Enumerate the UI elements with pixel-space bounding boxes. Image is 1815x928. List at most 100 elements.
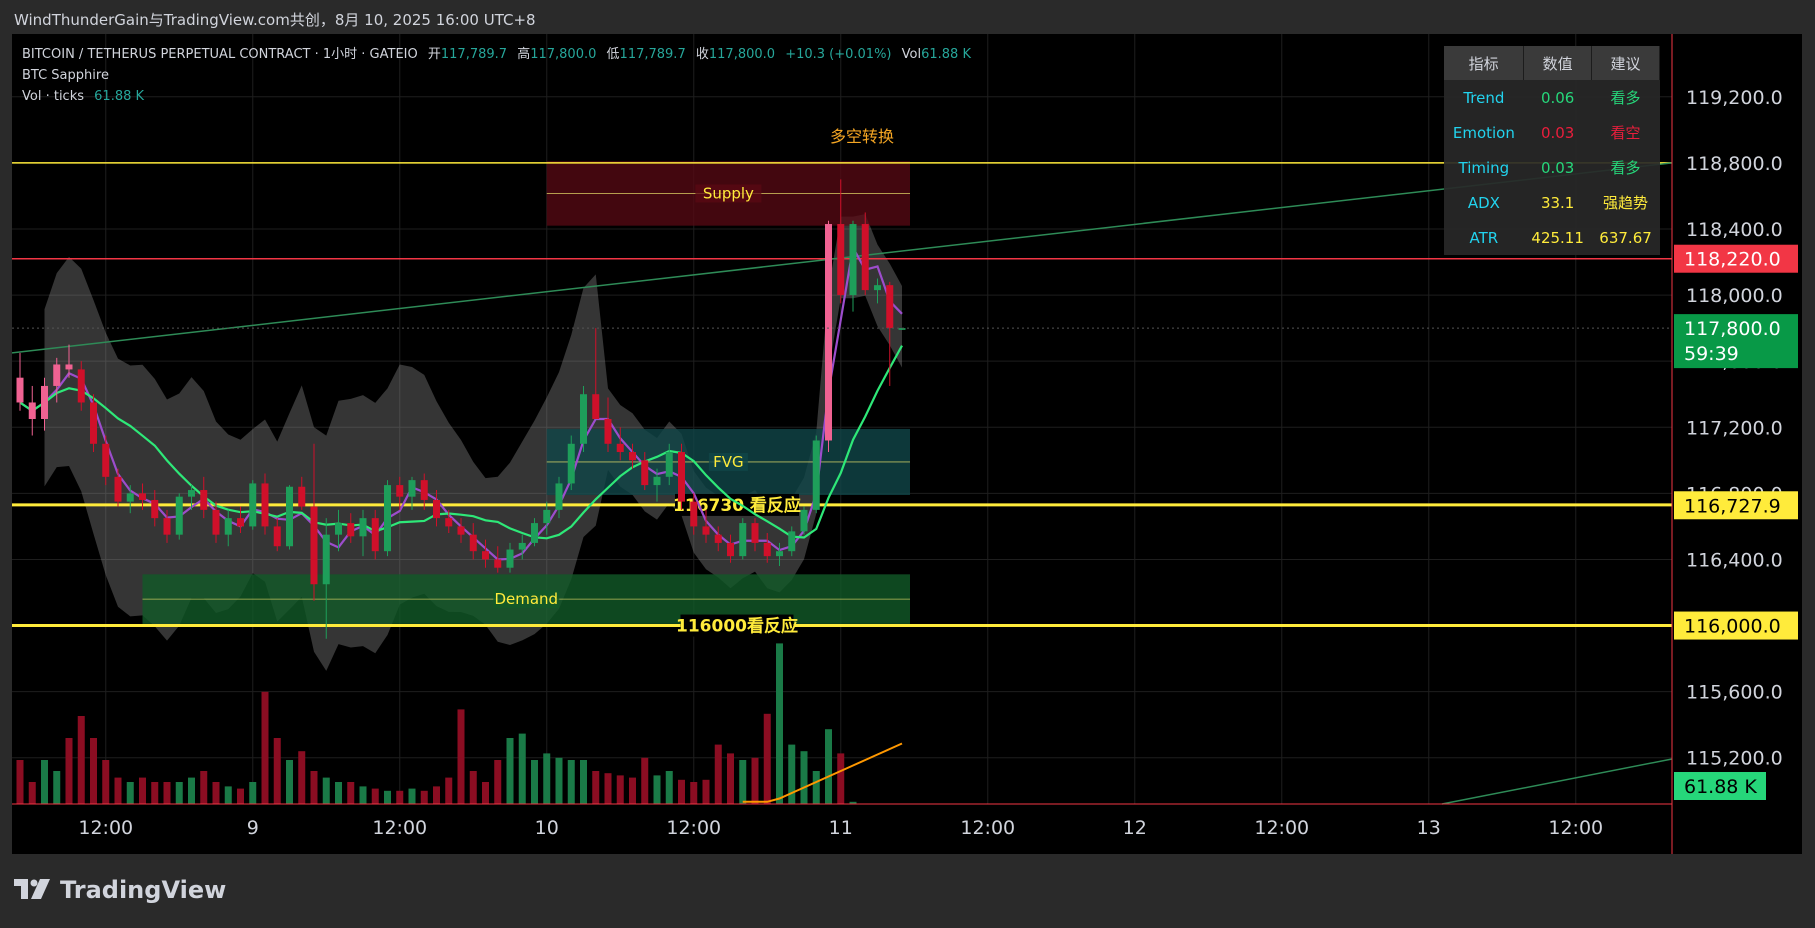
volume-bar bbox=[641, 757, 649, 804]
volume-bar bbox=[335, 782, 342, 804]
legend-symbol-line: BITCOIN / TETHERUS PERPETUAL CONTRACT · … bbox=[22, 44, 971, 65]
indicator-advice: 看多 bbox=[1610, 159, 1641, 177]
candle-body bbox=[16, 377, 24, 403]
volume-bar bbox=[286, 760, 293, 804]
candle-body bbox=[188, 490, 195, 497]
y-tick-label: 119,200.0 bbox=[1686, 87, 1783, 109]
candle-body bbox=[714, 534, 722, 543]
price-label-countdown: 59:39 bbox=[1684, 343, 1739, 365]
volume-bar bbox=[126, 782, 134, 804]
tradingview-logo-icon bbox=[14, 879, 50, 899]
indicator-col-header: 指标 bbox=[1444, 46, 1525, 80]
volume-bar bbox=[114, 777, 122, 804]
volume-bar bbox=[690, 782, 698, 804]
indicator-name: Emotion bbox=[1452, 123, 1515, 142]
volume-bar bbox=[273, 738, 281, 804]
legend-open-label: 开 bbox=[427, 47, 441, 62]
legend-symbol[interactable]: BITCOIN / TETHERUS PERPETUAL CONTRACT · … bbox=[22, 47, 418, 62]
volume-bar bbox=[825, 729, 832, 804]
candle-body bbox=[531, 523, 538, 543]
y-tick-label: 118,800.0 bbox=[1686, 153, 1783, 175]
candle-body bbox=[126, 493, 134, 502]
candle-body bbox=[371, 518, 379, 552]
volume-bar bbox=[739, 760, 747, 804]
candle-body bbox=[751, 523, 759, 543]
indicator-value: 0.06 bbox=[1540, 88, 1575, 107]
volume-bar bbox=[77, 716, 85, 804]
indicator-advice: 637.67 bbox=[1599, 228, 1652, 247]
candle-body bbox=[237, 518, 244, 527]
indicator-value: 33.1 bbox=[1540, 193, 1575, 212]
volume-bar bbox=[261, 691, 269, 804]
chart-header-title: WindThunderGain与TradingView.com共创，8月 10,… bbox=[14, 11, 536, 29]
y-tick-label: 115,600.0 bbox=[1686, 682, 1783, 704]
indicator-advice: 看空 bbox=[1610, 124, 1641, 142]
candle-body bbox=[77, 369, 85, 403]
volume-bar bbox=[629, 777, 636, 804]
y-tick-label: 118,400.0 bbox=[1686, 219, 1783, 241]
candle-body bbox=[200, 490, 208, 510]
price-label: 116,000.0 bbox=[1684, 616, 1781, 638]
volume-bar bbox=[298, 751, 306, 804]
candle-body bbox=[310, 506, 318, 585]
candle-body bbox=[482, 551, 489, 560]
legend-vol-ticks: 61.88 K bbox=[94, 89, 145, 104]
volume-bar bbox=[16, 760, 24, 804]
candle-body bbox=[298, 486, 306, 507]
candle-body bbox=[457, 526, 465, 535]
candle-body bbox=[788, 531, 796, 552]
lower-trend-line bbox=[1441, 758, 1673, 805]
legend-low-label: 低 bbox=[606, 47, 620, 62]
volume-bar bbox=[53, 771, 61, 804]
candle-body bbox=[273, 526, 281, 547]
volume-bar bbox=[347, 782, 355, 804]
indicator-table-header: 指标 数值 建议 bbox=[1444, 46, 1660, 80]
tradingview-logo[interactable]: TradingView bbox=[14, 876, 226, 904]
price-label: 118,220.0 bbox=[1684, 249, 1781, 271]
candle-body bbox=[65, 364, 73, 370]
volume-bar bbox=[420, 790, 428, 804]
legend: BITCOIN / TETHERUS PERPETUAL CONTRACT · … bbox=[22, 44, 971, 107]
x-tick-label: 11 bbox=[829, 817, 853, 839]
indicator-row: ATR 425.11 637.67 bbox=[1444, 220, 1660, 255]
candle-body bbox=[90, 402, 97, 444]
volume-bar bbox=[665, 771, 673, 804]
volume-bar bbox=[776, 643, 783, 804]
legend-volume-line[interactable]: Vol · ticks 61.88 K bbox=[22, 86, 971, 107]
candle-body bbox=[114, 476, 122, 502]
zone-label-supply: Supply bbox=[703, 184, 754, 202]
volume-bar bbox=[727, 753, 734, 804]
volume-bar bbox=[212, 782, 220, 804]
candle-body bbox=[286, 486, 293, 547]
candle-body bbox=[433, 499, 440, 519]
candle-body bbox=[506, 549, 514, 568]
candle-body bbox=[41, 385, 48, 419]
indicator-value: 425.11 bbox=[1531, 228, 1584, 247]
volume-bar bbox=[249, 782, 257, 804]
candle-body bbox=[335, 523, 342, 535]
volume-bar bbox=[543, 753, 551, 804]
zone-label-demand: Demand bbox=[494, 590, 558, 608]
indicator-name: ATR bbox=[1469, 228, 1499, 247]
candle-body bbox=[763, 542, 771, 557]
candle-body bbox=[604, 419, 612, 444]
volume-bar bbox=[65, 738, 73, 804]
candle-body bbox=[849, 224, 857, 296]
volume-bar bbox=[494, 760, 502, 804]
legend-indicator[interactable]: BTC Sapphire bbox=[22, 65, 971, 86]
candle-body bbox=[469, 534, 477, 552]
volume-bar bbox=[310, 771, 318, 804]
volume-bar bbox=[224, 786, 232, 804]
volume-bar bbox=[139, 777, 146, 804]
zone-label-fvg: FVG bbox=[713, 453, 744, 471]
candle-body bbox=[555, 483, 563, 510]
candle-body bbox=[359, 518, 367, 537]
legend-high-label: 高 bbox=[517, 47, 531, 62]
candle-body bbox=[665, 452, 673, 477]
candle-body bbox=[396, 485, 404, 497]
indicator-advice: 强趋势 bbox=[1603, 194, 1649, 212]
volume-bar bbox=[592, 771, 600, 804]
volume-bar bbox=[506, 738, 514, 804]
candle-body bbox=[175, 496, 183, 535]
x-tick-label: 12:00 bbox=[372, 817, 427, 839]
